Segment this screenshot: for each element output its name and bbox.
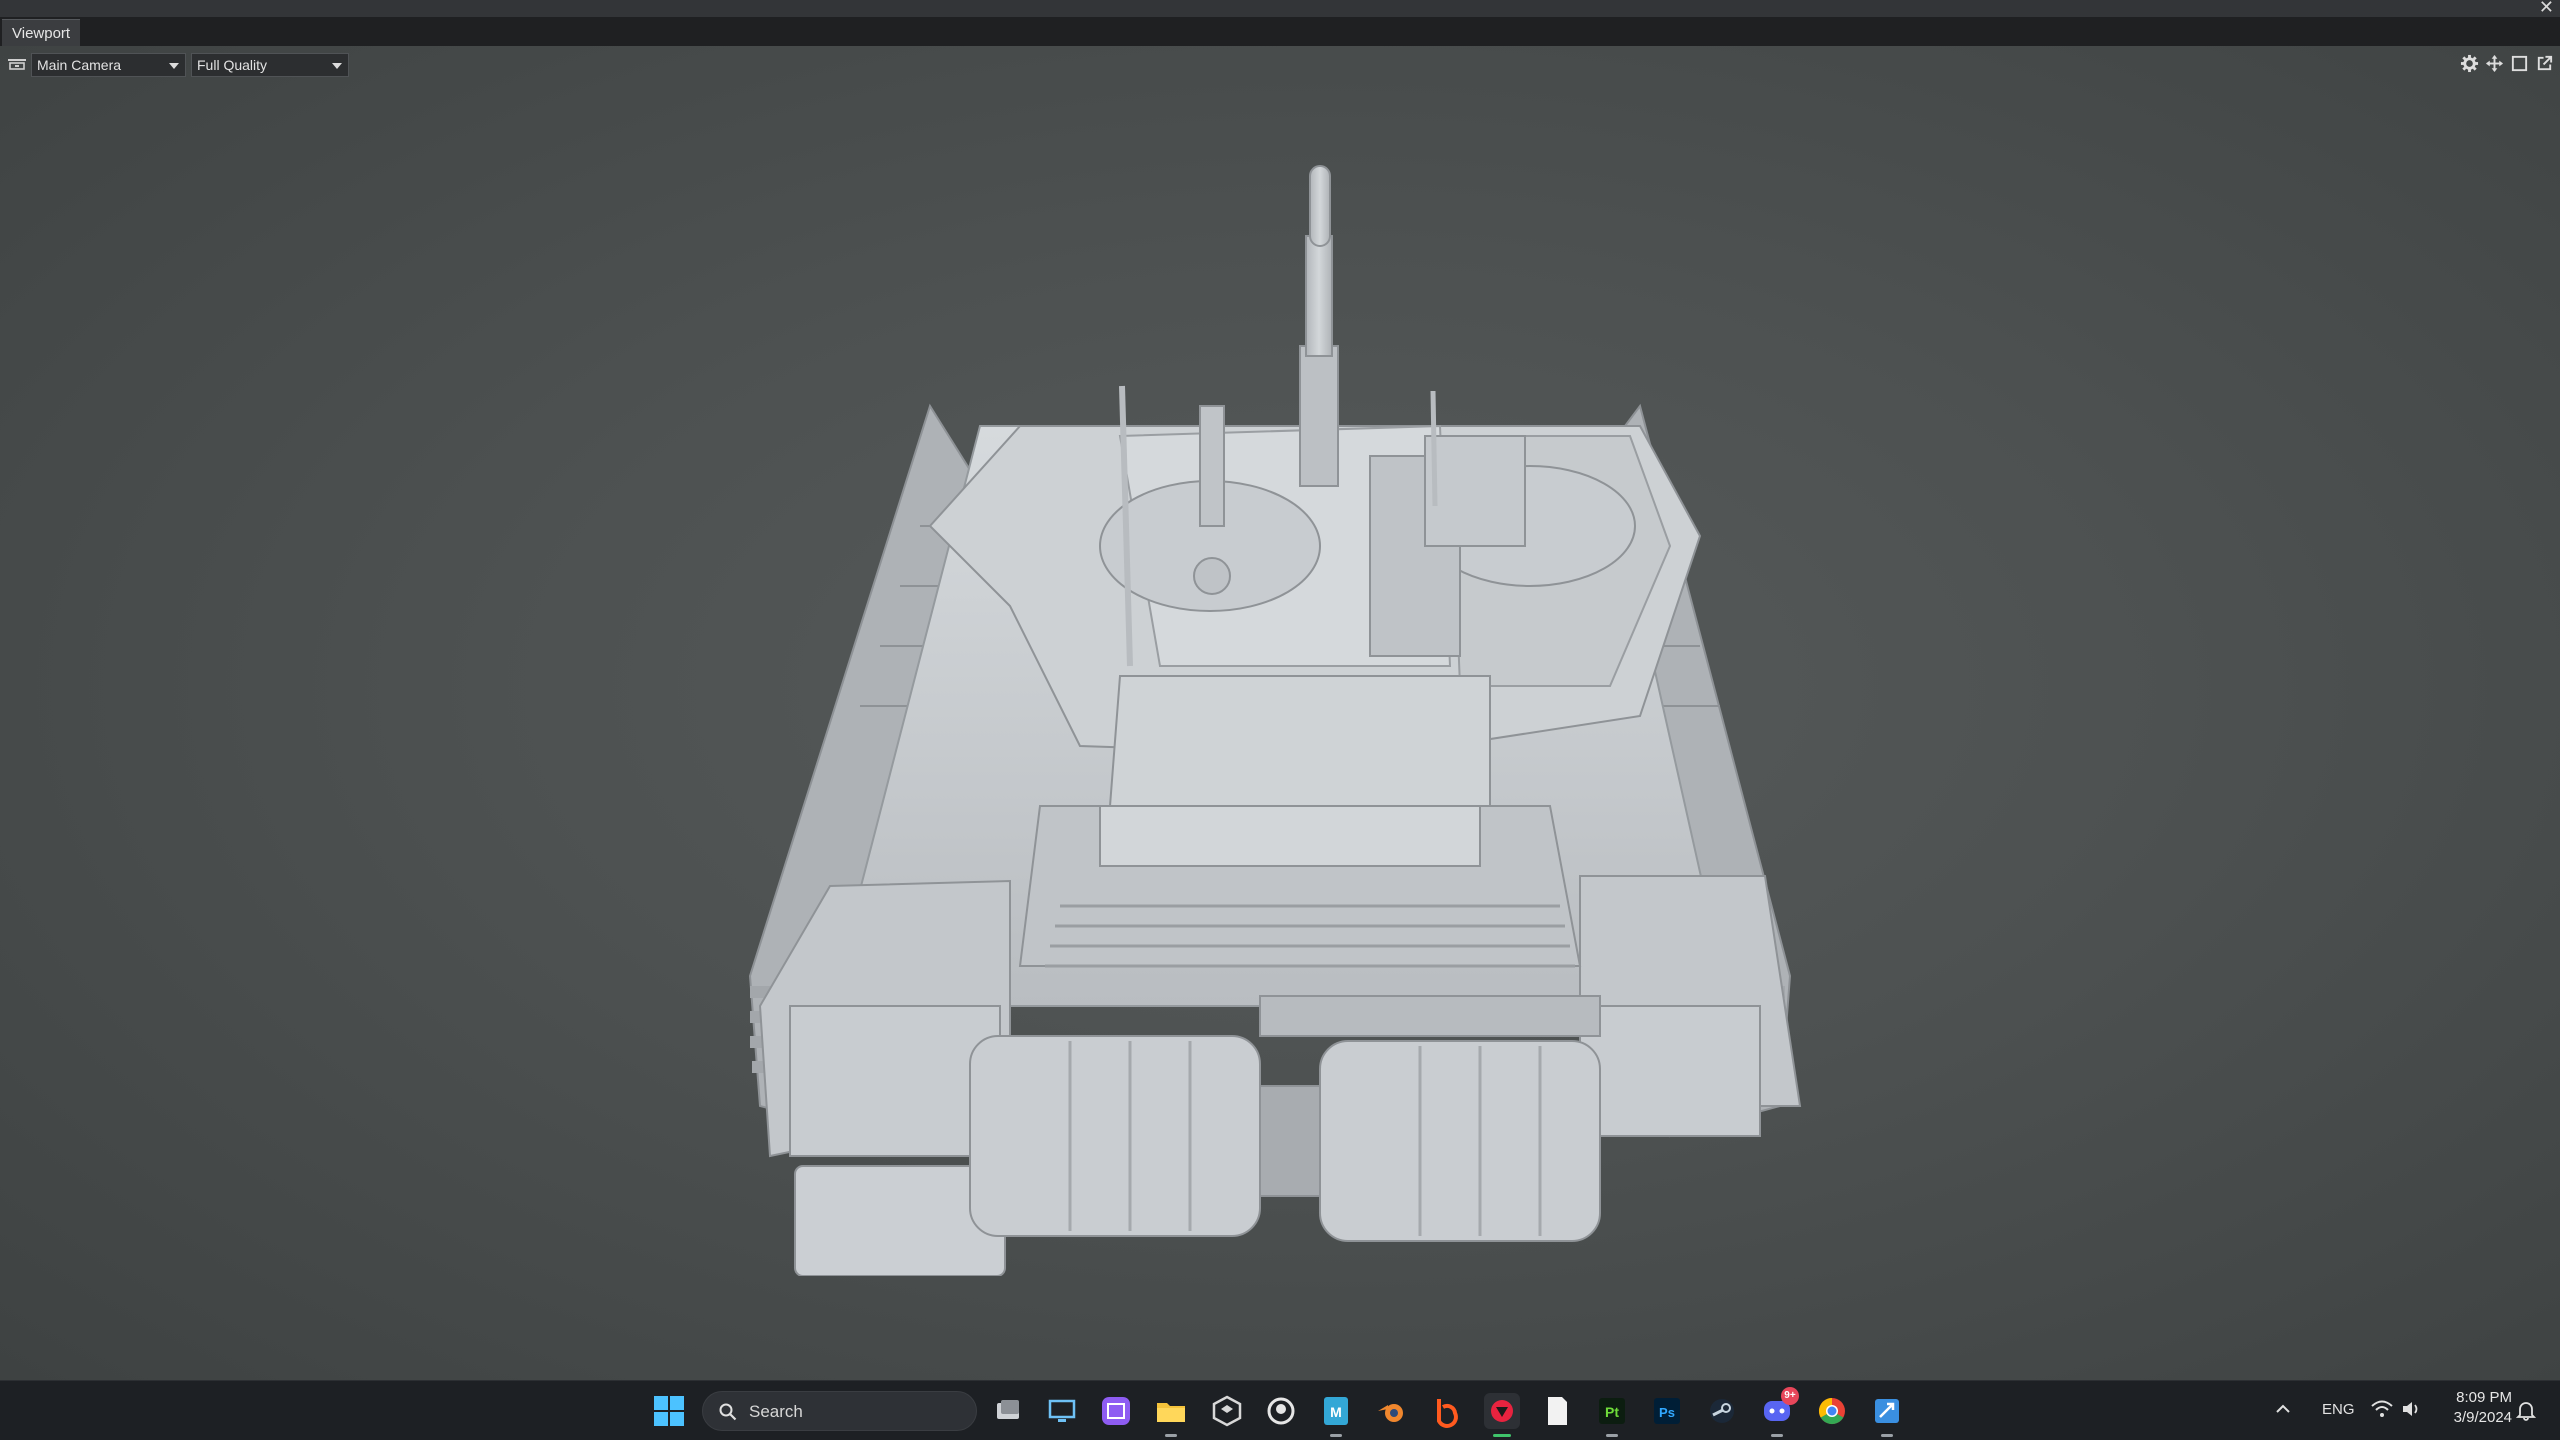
maximize-icon[interactable]: [2510, 54, 2529, 73]
red-app-icon[interactable]: [1484, 1393, 1520, 1437]
camera-select[interactable]: Main Camera: [31, 53, 186, 77]
svg-text:M: M: [1330, 1404, 1342, 1420]
popout-icon[interactable]: [2535, 54, 2554, 73]
camera-icon[interactable]: [7, 56, 27, 72]
language-indicator[interactable]: ENG: [2322, 1401, 2355, 1418]
running-indicator: [1771, 1434, 1783, 1437]
unity-icon[interactable]: [1209, 1393, 1245, 1429]
tab-strip: Viewport: [0, 17, 2560, 46]
orange-app-icon[interactable]: [1429, 1393, 1465, 1429]
windows-start-icon[interactable]: [653, 1395, 685, 1427]
search-icon: [719, 1403, 737, 1421]
chevron-up-icon[interactable]: [2272, 1398, 2294, 1420]
settings-icon[interactable]: [2460, 54, 2479, 73]
remote-desktop-icon[interactable]: [1044, 1393, 1080, 1429]
volume-icon[interactable]: [2400, 1398, 2424, 1420]
chevron-down-icon: [169, 63, 179, 69]
running-indicator: [1330, 1434, 1342, 1437]
quality-select[interactable]: Full Quality: [191, 53, 349, 77]
notification-badge: 9+: [1781, 1387, 1799, 1405]
chevron-down-icon: [332, 63, 342, 69]
task-view-icon[interactable]: [990, 1393, 1026, 1429]
photoshop-icon[interactable]: Ps: [1649, 1393, 1685, 1429]
title-bar: ✕: [0, 0, 2560, 17]
svg-text:Ps: Ps: [1659, 1405, 1675, 1420]
marmoset-icon[interactable]: M: [1318, 1393, 1354, 1437]
running-indicator: [1606, 1434, 1618, 1437]
move-icon[interactable]: [2485, 54, 2504, 73]
clock[interactable]: 8:09 PM 3/9/2024: [2440, 1388, 2512, 1428]
svg-text:Pt: Pt: [1605, 1404, 1619, 1420]
clock-time: 8:09 PM: [2456, 1389, 2512, 1406]
github-desktop-icon[interactable]: [1263, 1393, 1299, 1429]
viewport-icons: [2460, 54, 2554, 73]
close-icon[interactable]: ✕: [2539, 0, 2554, 16]
running-indicator: [1165, 1434, 1177, 1437]
chrome-icon[interactable]: [1814, 1393, 1850, 1429]
painter-icon[interactable]: Pt: [1594, 1393, 1630, 1437]
purple-app-icon[interactable]: [1098, 1393, 1134, 1429]
blue-app-icon[interactable]: [1869, 1393, 1905, 1437]
taskbar-search[interactable]: Search: [702, 1391, 977, 1431]
search-label: Search: [749, 1402, 803, 1421]
file-explorer-icon[interactable]: [1153, 1393, 1189, 1437]
tank-model[interactable]: [680, 106, 1900, 1276]
taskbar: Search M Pt Ps 9+ ENG 8:09 PM 3/9/2024: [0, 1380, 2560, 1440]
tab-viewport[interactable]: Viewport: [2, 19, 81, 46]
notepad-icon[interactable]: [1539, 1393, 1575, 1429]
running-indicator: [1881, 1434, 1893, 1437]
discord-icon[interactable]: 9+: [1759, 1387, 1799, 1437]
clock-date: 3/9/2024: [2453, 1409, 2512, 1426]
quality-select-value: Full Quality: [197, 57, 268, 73]
wifi-icon[interactable]: [2370, 1398, 2394, 1420]
camera-select-value: Main Camera: [37, 57, 122, 73]
blender-icon[interactable]: [1374, 1393, 1410, 1429]
viewport[interactable]: Main Camera Full Quality: [0, 46, 2560, 1380]
steam-icon[interactable]: [1704, 1393, 1740, 1429]
notification-bell-icon[interactable]: [2516, 1399, 2536, 1421]
active-indicator: [1493, 1434, 1511, 1437]
viewport-toolbar: Main Camera Full Quality: [0, 50, 2560, 78]
